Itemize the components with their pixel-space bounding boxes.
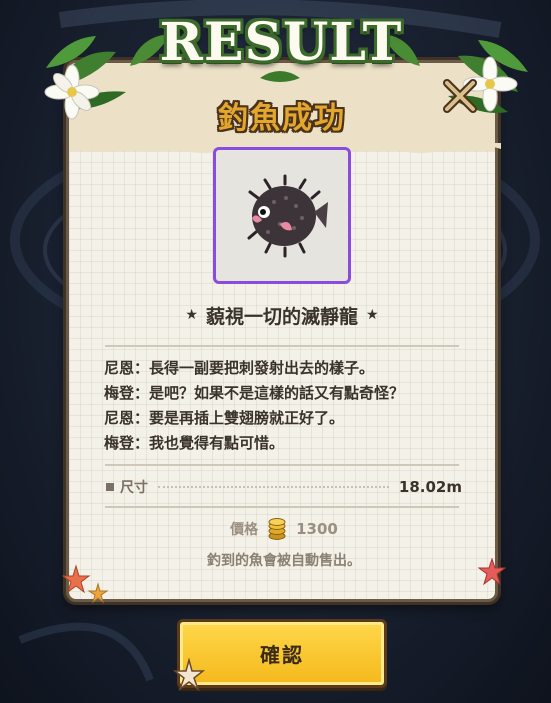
divider — [105, 506, 459, 508]
result-title: RESULT — [159, 12, 403, 73]
size-row: 尺寸 18.02m — [106, 476, 462, 498]
fish-name: 藐視一切的滅靜龍 — [205, 305, 358, 328]
dialogue-line: 尼恩：要是再插上雙翅膀就正好了。 — [104, 409, 345, 427]
confirm-button[interactable]: 確認 — [177, 619, 387, 688]
star-icon: ★ — [185, 307, 198, 323]
pufferfish-icon — [247, 174, 328, 258]
starfish-decoration-right — [478, 558, 506, 586]
dialogue-box: 尼恩：長得一副要把刺發射出去的樣子。 梅登：是吧？如果不是這樣的話又有點奇怪？ … — [104, 356, 464, 456]
starfish-decoration-button — [172, 658, 206, 692]
dialogue-line: 尼恩：長得一副要把刺發射出去的樣子。 — [104, 359, 375, 377]
fish-name-row: ★ 藐視一切的滅靜龍 ★ — [100, 300, 464, 330]
bullet-icon — [106, 483, 114, 491]
divider — [105, 345, 459, 347]
fish-image-frame — [213, 147, 351, 284]
size-value: 18.02m — [398, 478, 462, 496]
price-value: 1300 — [296, 520, 338, 538]
close-button[interactable] — [442, 78, 478, 114]
gold-coin-stack-icon — [268, 518, 286, 540]
price-row: 價格 1300 — [106, 517, 462, 541]
dotted-leader — [158, 486, 389, 488]
divider — [105, 464, 459, 466]
size-label: 尺寸 — [120, 480, 148, 496]
starfish-decoration-left — [62, 564, 109, 604]
result-title-banner: RESULT — [150, 12, 412, 82]
close-icon — [443, 79, 477, 113]
confirm-label: 確認 — [260, 643, 304, 667]
dialogue-line: 梅登：是吧？如果不是這樣的話又有點奇怪？ — [104, 384, 405, 402]
dialogue-line: 梅登：我也覺得有點可惜。 — [104, 434, 285, 452]
auto-sold-note: 釣到的魚會被自動售出。 — [207, 553, 361, 569]
star-icon: ★ — [366, 307, 379, 323]
price-label: 價格 — [230, 522, 259, 538]
